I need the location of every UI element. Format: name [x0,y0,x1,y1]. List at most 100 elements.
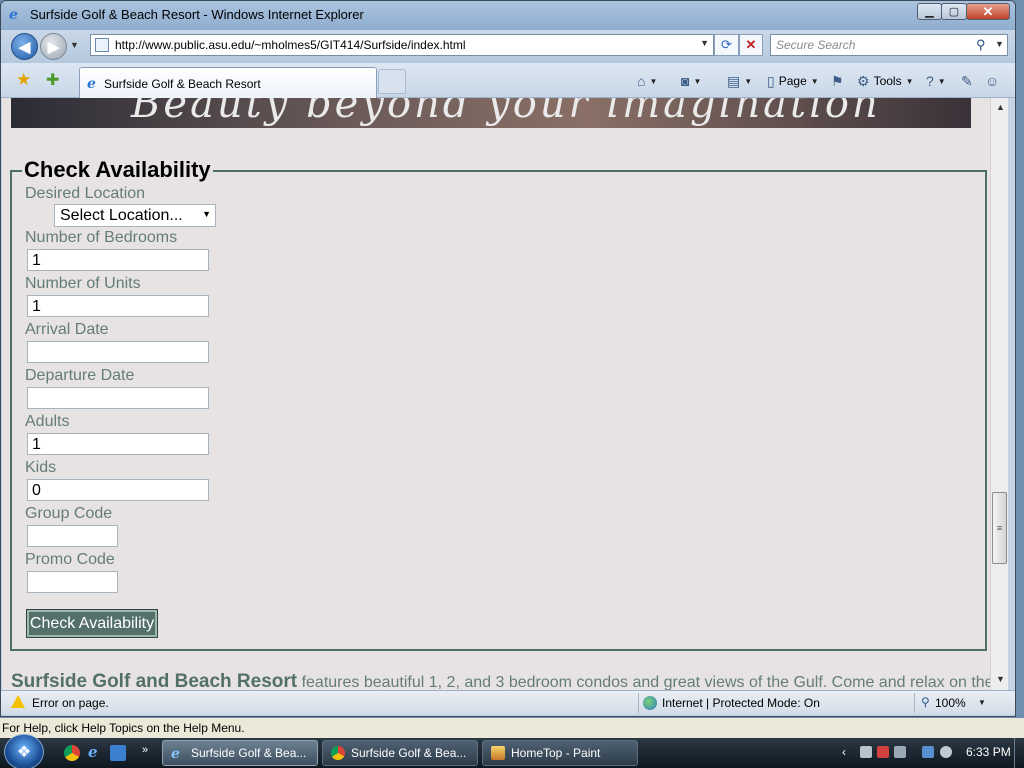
ie-quicklaunch-icon[interactable]: e [88,743,98,761]
warning-icon[interactable] [11,695,25,708]
search-box[interactable]: Secure Search ⚲ ▼ [770,34,1008,56]
bedrooms-input[interactable]: 1 [27,249,209,271]
minimize-button[interactable]: ▁ [917,3,942,20]
adults-input[interactable]: 1 [27,433,209,455]
quicklaunch-overflow-icon[interactable]: » [142,744,148,756]
scroll-up-arrow-icon[interactable]: ▲ [996,102,1005,112]
safety-icon: ⚑ [831,72,844,89]
address-dropdown-button[interactable]: ▼ [700,38,709,48]
start-button[interactable]: ❖ [4,734,44,768]
tray-security-icon[interactable] [877,746,889,758]
tab-active[interactable]: e Surfside Golf & Beach Resort [79,67,377,98]
units-input[interactable]: 1 [27,295,209,317]
browser-window: e Surfside Golf & Beach Resort - Windows… [0,0,1016,717]
messenger-icon: ☺ [985,73,1000,89]
system-clock[interactable]: 6:33 PM [966,745,1011,759]
ie-icon: e [171,746,180,762]
taskbar-item-label: Surfside Golf & Bea... [191,746,307,760]
show-desktop-button[interactable] [1014,738,1024,768]
zoom-level[interactable]: 100% [935,696,966,710]
print-button[interactable]: ▤ ▼ [727,71,752,91]
arrival-date-input[interactable] [27,341,209,363]
page-content: Beauty beyond your imagination Check Ava… [2,98,990,690]
scrollbar-thumb[interactable]: ≡ [992,492,1007,564]
banner-tagline: Beauty beyond your imagination [131,98,881,127]
research-icon: ✎ [961,72,973,89]
recent-pages-dropdown[interactable]: ▼ [70,40,79,50]
new-tab-button[interactable] [378,69,406,94]
maximize-button[interactable]: ▢ [941,3,967,20]
location-select[interactable]: Select Location... ▼ [54,204,216,227]
taskbar-item-paint[interactable]: HomeTop - Paint [482,740,638,766]
status-divider [638,693,639,713]
chevron-down-icon: ▼ [202,209,211,219]
switch-windows-icon[interactable] [110,745,126,761]
forward-arrow-icon: ▶ [47,38,60,56]
tools-gear-icon: ⚙ [857,72,870,89]
feeds-button[interactable]: ◙ ▼ [681,71,701,91]
taskbar-item-ie[interactable]: e Surfside Golf & Bea... [162,740,318,766]
search-options-dropdown[interactable]: ▼ [995,39,1004,49]
tools-menu-button[interactable]: ⚙ Tools ▼ [857,71,914,91]
tray-network-icon[interactable] [860,746,872,758]
vertical-scrollbar[interactable]: ▲ ≡ ▼ [990,98,1008,690]
taskbar: ❖ e » e Surfside Golf & Bea... Surfside … [0,734,1024,768]
tray-expand-icon[interactable]: ‹ [842,745,846,759]
units-label: Number of Units [25,275,141,292]
group-code-input[interactable] [27,525,118,547]
home-button[interactable]: ⌂ ▼ [637,71,657,91]
tray-device-icon[interactable] [894,746,906,758]
help-line: For Help, click Help Topics on the Help … [0,718,1024,738]
stop-button[interactable]: ✕ [739,34,763,56]
kids-label: Kids [25,459,57,476]
refresh-button[interactable]: ⟳ [714,34,739,56]
header-banner: Beauty beyond your imagination [11,98,971,128]
chevron-down-icon: ▼ [905,76,914,86]
close-button[interactable]: ✕ [966,3,1010,20]
paint-icon [491,746,505,760]
arrival-date-label: Arrival Date [25,321,109,338]
promo-code-input[interactable] [27,571,118,593]
tray-monitor-icon[interactable] [922,746,934,758]
title-bar: e Surfside Golf & Beach Resort - Windows… [1,1,1015,30]
forward-button[interactable]: ▶ [40,33,67,60]
departure-date-label: Departure Date [25,367,135,384]
location-select-value: Select Location... [60,207,183,224]
kids-input[interactable]: 0 [27,479,209,501]
favorites-star-icon[interactable]: ★ [16,70,31,90]
resort-name: Surfside Golf and Beach Resort [11,671,298,690]
status-message[interactable]: Error on page. [32,696,109,710]
intro-text: features beautiful 1, 2, and 3 bedroom c… [297,674,990,690]
back-button[interactable]: ◀ [11,33,38,60]
scroll-down-arrow-icon[interactable]: ▼ [996,674,1005,684]
safety-button[interactable]: ⚑ [831,71,844,91]
tray-volume-icon[interactable] [940,746,952,758]
chevron-down-icon: ▼ [649,76,658,86]
tools-menu-label: Tools [873,74,902,88]
zoom-icon: ⚲ [921,695,930,709]
url-text[interactable]: http://www.public.asu.edu/~mholmes5/GIT4… [115,38,466,52]
page-icon: ▯ [767,72,775,89]
chrome-quicklaunch-icon[interactable] [64,745,80,761]
help-text: For Help, click Help Topics on the Help … [2,721,245,735]
messenger-button[interactable]: ☺ [985,71,999,91]
windows-start-icon: ❖ [16,744,32,761]
help-icon: ? [926,73,934,89]
zoom-dropdown[interactable]: ▼ [978,698,986,707]
chevron-down-icon: ▼ [937,76,946,86]
search-icon[interactable]: ⚲ [976,37,986,53]
chrome-icon [331,746,345,760]
refresh-icon: ⟳ [721,37,732,52]
promo-code-label: Promo Code [25,551,115,568]
help-button[interactable]: ? ▼ [926,71,946,91]
address-bar[interactable]: http://www.public.asu.edu/~mholmes5/GIT4… [90,34,714,56]
research-button[interactable]: ✎ [961,71,973,91]
add-favorites-icon[interactable]: ✚ [46,70,59,90]
page-menu-button[interactable]: ▯ Page ▼ [767,71,819,91]
chevron-down-icon: ▼ [693,76,702,86]
departure-date-input[interactable] [27,387,209,409]
security-zone[interactable]: Internet | Protected Mode: On [662,696,820,710]
taskbar-item-chrome[interactable]: Surfside Golf & Bea... [322,740,478,766]
intro-paragraph: Surfside Golf and Beach Resort features … [11,671,990,690]
check-availability-button[interactable]: Check Availability [26,609,158,638]
